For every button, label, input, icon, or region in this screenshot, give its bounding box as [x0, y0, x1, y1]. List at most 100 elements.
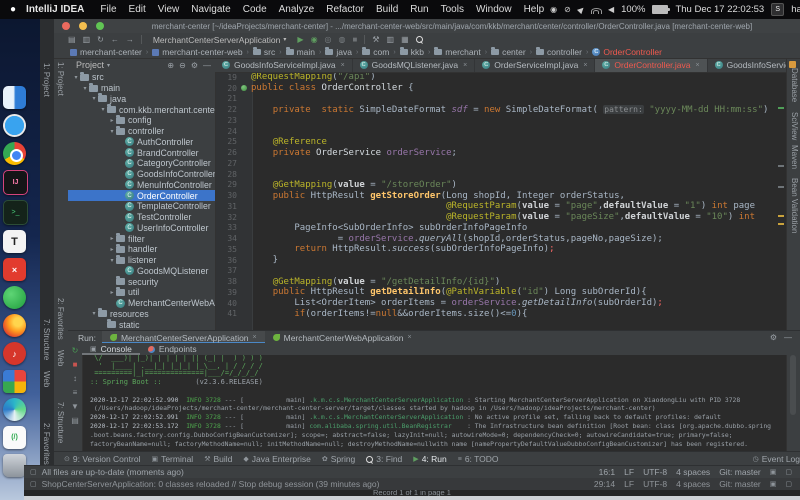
- editor-tab[interactable]: CGoodsMQListener.java×: [353, 58, 476, 72]
- tree-item[interactable]: CGoodsInfoController: [68, 169, 215, 180]
- shield-icon[interactable]: ⊘: [564, 5, 571, 14]
- code-line[interactable]: 26 private OrderService orderService;: [215, 147, 786, 158]
- screen-icon[interactable]: ▢: [785, 468, 792, 476]
- updown-icon[interactable]: ↕: [73, 374, 77, 383]
- tree-item[interactable]: COrderController: [68, 190, 215, 201]
- structure-icon[interactable]: ▥: [387, 35, 395, 44]
- search-everywhere-icon[interactable]: [416, 36, 423, 43]
- code-line[interactable]: 24: [215, 126, 786, 137]
- breadcrumb-item[interactable]: COrderController: [592, 47, 662, 57]
- dock-icon-red-x-app[interactable]: ×: [3, 258, 26, 281]
- tree-item[interactable]: ▾listener: [68, 255, 215, 266]
- dock-icon-typora[interactable]: T: [3, 230, 26, 253]
- coverage-icon[interactable]: ◎: [325, 35, 332, 44]
- menu-item[interactable]: Build: [370, 4, 404, 15]
- clear-icon[interactable]: ▤: [71, 416, 79, 425]
- stop-icon[interactable]: ■: [73, 360, 78, 369]
- editor-tab[interactable]: CGoodsInfoServiceImpl.java×: [215, 58, 353, 72]
- breadcrumb-item[interactable]: kkb: [400, 47, 424, 57]
- breadcrumb-item[interactable]: merchant: [434, 47, 480, 57]
- console-view-tab[interactable]: ▣Console: [82, 343, 140, 355]
- dock-icon-tiles-app[interactable]: [3, 370, 26, 393]
- code-line[interactable]: 21: [215, 94, 786, 105]
- scrollbar-error-stripe-mark[interactable]: [778, 186, 784, 188]
- dock-icon-trash[interactable]: [3, 454, 26, 477]
- tool-window-button[interactable]: ▣Terminal: [151, 454, 193, 464]
- close-icon[interactable]: ×: [253, 334, 257, 341]
- dock-icon-code-app[interactable]: (/): [3, 426, 26, 449]
- tool-window-button[interactable]: ✿Spring: [322, 454, 355, 464]
- input-source-icon[interactable]: S: [771, 3, 784, 16]
- dock-icon-terminal[interactable]: >_: [3, 200, 28, 225]
- tool-stripe-label[interactable]: Bean Validation: [790, 178, 799, 233]
- stop-icon[interactable]: ■: [353, 35, 358, 44]
- tool-stripe-label[interactable]: Web: [42, 371, 51, 387]
- tree-item[interactable]: static: [68, 319, 215, 330]
- dock-icon-swirl-app[interactable]: [3, 398, 26, 421]
- screen-icon[interactable]: ▢: [785, 480, 792, 488]
- code-line[interactable]: 29 @GetMapping(value = "/storeOrder"): [215, 180, 786, 191]
- tool-window-button[interactable]: ≡6: TODO: [458, 454, 499, 464]
- layout-icon[interactable]: ▦: [401, 35, 409, 44]
- tree-item[interactable]: CMerchantCenterWebApplication: [68, 298, 215, 309]
- gear-icon[interactable]: ⚙: [770, 333, 777, 342]
- status-segment[interactable]: 4 spaces: [676, 479, 710, 489]
- breadcrumb-item[interactable]: merchant-center-web: [152, 47, 242, 57]
- menu-user[interactable]: hadoop: [791, 4, 800, 15]
- code-line[interactable]: 41 if(orderItems!=null&&orderItems.size(…: [215, 309, 786, 320]
- tree-item[interactable]: ▾controller: [68, 126, 215, 137]
- tool-stripe-label[interactable]: 7: Structure: [42, 319, 51, 360]
- code-editor[interactable]: 19@RequestMapping("/api")20public class …: [215, 72, 786, 330]
- minimize-window-button[interactable]: [79, 22, 87, 30]
- project-panel-header[interactable]: Project ▾ ⊕⊖⚙—: [68, 58, 215, 72]
- tool-stripe-label[interactable]: SciView: [790, 112, 799, 140]
- breadcrumb-item[interactable]: java: [325, 47, 352, 57]
- scrollbar-error-stripe-mark[interactable]: [778, 223, 784, 225]
- inspection-status-icon[interactable]: [789, 61, 796, 68]
- status-segment[interactable]: 4 spaces: [676, 467, 710, 477]
- tree-item[interactable]: CGoodsMQListener: [68, 266, 215, 277]
- stats-badge-icon[interactable]: ◉: [550, 5, 557, 14]
- status-segment[interactable]: LF: [624, 467, 634, 477]
- scrollend-icon[interactable]: ▼: [71, 402, 79, 411]
- tree-item[interactable]: CBrandController: [68, 147, 215, 158]
- scrollbar-error-stripe-mark[interactable]: [778, 215, 784, 217]
- code-line[interactable]: 23: [215, 115, 786, 126]
- window-title-bar[interactable]: merchant-center [~/ideaProjects/merchant…: [54, 19, 800, 34]
- code-line[interactable]: 40 List<OrderItem> orderItems = orderSer…: [215, 298, 786, 309]
- menu-item[interactable]: Refactor: [320, 4, 370, 15]
- breadcrumb-item[interactable]: merchant-center: [70, 47, 142, 57]
- code-line[interactable]: 35 return HttpResult.success(subOrderInf…: [215, 244, 786, 255]
- code-line[interactable]: 20public class OrderController {: [215, 83, 786, 94]
- softwrap-icon[interactable]: ≡: [73, 388, 78, 397]
- status-segment[interactable]: 29:14: [594, 479, 615, 489]
- tool-stripe-label[interactable]: 1: Project: [56, 62, 65, 96]
- close-icon[interactable]: ×: [407, 334, 411, 341]
- event-log-button[interactable]: ◷Event Log: [753, 454, 800, 464]
- tree-item[interactable]: CMenuInfoController: [68, 180, 215, 191]
- tree-item[interactable]: CCategoryController: [68, 158, 215, 169]
- menu-item[interactable]: View: [152, 4, 186, 15]
- code-line[interactable]: 30 public HttpResult getStoreOrder(Long …: [215, 190, 786, 201]
- dock-icon-firefox[interactable]: [3, 314, 26, 337]
- close-icon[interactable]: ×: [695, 62, 699, 69]
- dock-icon-green-app[interactable]: [3, 286, 26, 309]
- menu-item[interactable]: File: [94, 4, 122, 15]
- tool-window-button[interactable]: ▶4: Run: [413, 454, 446, 464]
- console-view-tab[interactable]: Endpoints: [140, 343, 205, 355]
- menu-item[interactable]: Edit: [123, 4, 152, 15]
- hide-icon[interactable]: —: [784, 333, 792, 342]
- save-all-icon[interactable]: ▥: [83, 35, 91, 44]
- chevron-down-icon[interactable]: ▾: [99, 106, 107, 113]
- code-line[interactable]: 36 }: [215, 255, 786, 266]
- chevron-right-icon[interactable]: ▸: [108, 235, 116, 242]
- chevron-right-icon[interactable]: ▸: [108, 289, 116, 296]
- console-scrollbar[interactable]: [790, 355, 796, 415]
- chevron-down-icon[interactable]: ▾: [108, 128, 116, 135]
- editor-tab[interactable]: CGoodsInfoService.java×: [708, 58, 786, 72]
- tool-window-button[interactable]: ◆Java Enterprise: [243, 454, 310, 464]
- tree-item[interactable]: ▸config: [68, 115, 215, 126]
- tree-item[interactable]: security: [68, 276, 215, 287]
- editor-tab[interactable]: COrderServiceImpl.java×: [475, 58, 595, 72]
- tree-item[interactable]: ▾com.kkb.merchant.center: [68, 104, 215, 115]
